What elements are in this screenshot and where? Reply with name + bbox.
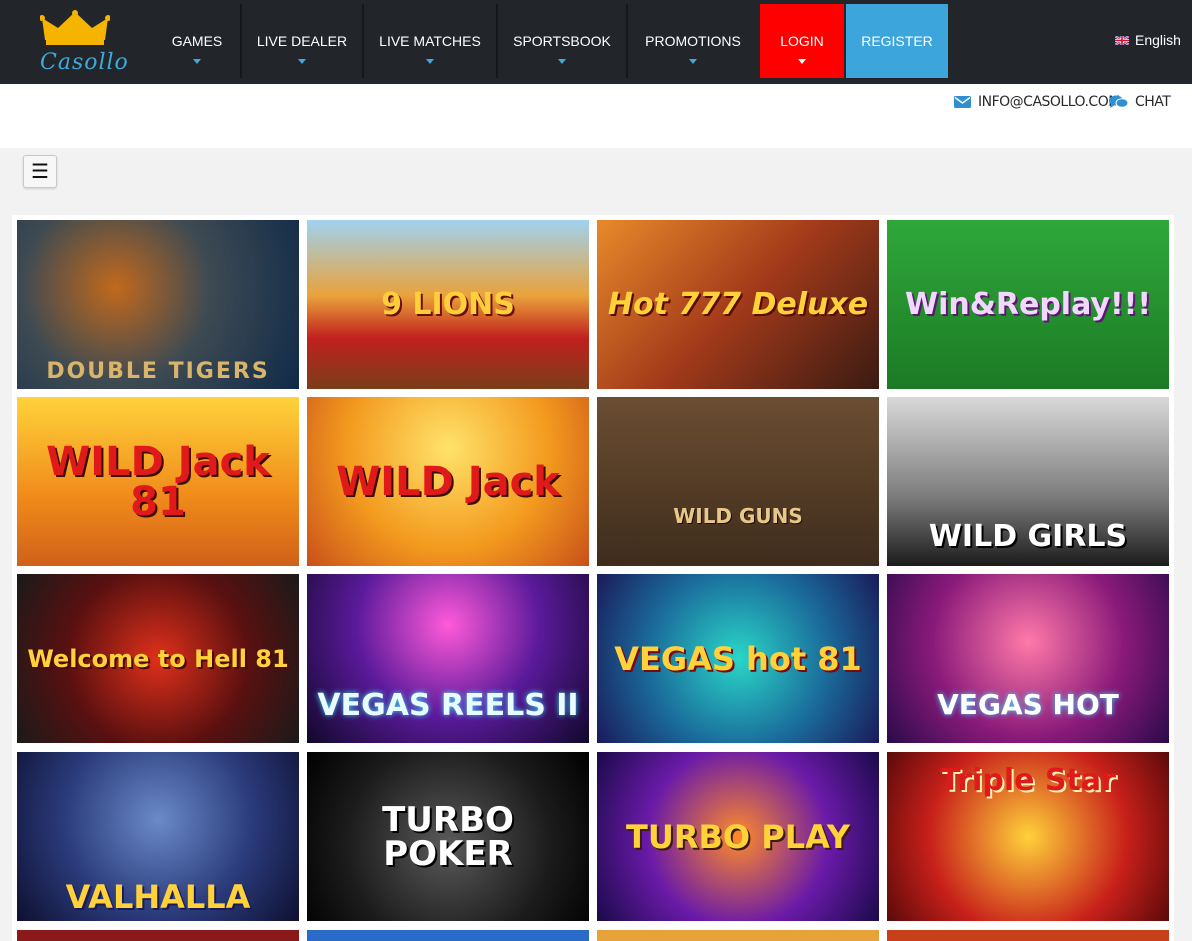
chat-label: CHAT [1135, 94, 1171, 110]
chevron-down-icon [426, 59, 434, 64]
nav-item-live-dealer[interactable]: LIVE DEALER [242, 4, 362, 78]
envelope-icon [954, 96, 971, 108]
chat-link[interactable]: CHAT [1109, 94, 1171, 110]
logo-wordmark: Casollo [40, 50, 129, 75]
game-title: WILD GIRLS [928, 519, 1128, 554]
email-link[interactable]: INFO@CASOLLO.COM [954, 94, 1120, 110]
uk-flag-icon [1115, 35, 1129, 45]
game-title: VEGAS REELS II [317, 688, 579, 723]
login-button[interactable]: LOGIN [760, 4, 844, 78]
game-tile[interactable]: Triple Star [887, 752, 1169, 921]
chat-bubbles-icon [1109, 95, 1128, 108]
game-tile[interactable]: WILD Jack 81 [17, 397, 299, 566]
casollo-logo[interactable]: Casollo [30, 8, 128, 78]
game-tile[interactable]: VEGAS HOT [887, 574, 1169, 743]
game-title: WILD Jack [336, 458, 560, 505]
game-title: VEGAS hot 81 [614, 639, 862, 678]
login-label: LOGIN [780, 33, 824, 49]
game-tile[interactable]: 9 LIONS [307, 220, 589, 389]
language-selector[interactable]: English [1115, 32, 1181, 48]
register-button[interactable]: REGISTER [846, 4, 948, 78]
game-title: TURBO PLAY [626, 817, 850, 856]
game-title: Hot 777 Deluxe [607, 286, 869, 322]
nav-item-live-matches[interactable]: LIVE MATCHES [364, 4, 496, 78]
chevron-down-icon [558, 59, 566, 64]
nav-item-games[interactable]: GAMES [154, 4, 240, 78]
nav-item-label: GAMES [171, 33, 223, 49]
game-tile[interactable]: VEGAS REELS II [307, 574, 589, 743]
game-title: TURBO POKER [382, 799, 514, 874]
game-tile[interactable]: WILD GUNS [597, 397, 879, 566]
game-tile[interactable]: WILD Jack [307, 397, 589, 566]
game-title: DOUBLE TIGERS [46, 359, 270, 384]
game-title: VEGAS HOT [937, 688, 1119, 721]
game-tile[interactable]: Win&Replay!!! [887, 220, 1169, 389]
game-title: Triple Star [940, 763, 1116, 798]
game-tile[interactable]: WILD GIRLS [887, 397, 1169, 566]
chevron-down-icon [298, 59, 306, 64]
game-title: WILD Jack 81 [46, 438, 270, 525]
chevron-down-icon [798, 59, 806, 64]
game-tile[interactable]: Hot 777 Deluxe [597, 220, 879, 389]
hamburger-icon: ☰ [31, 161, 49, 183]
register-label: REGISTER [861, 33, 933, 49]
game-tile[interactable]: VALHALLA [17, 752, 299, 921]
game-tile[interactable]: VEGAS hot 81 [597, 574, 879, 743]
nav-item-label: LIVE DEALER [256, 33, 348, 49]
nav-item-sportsbook[interactable]: SPORTSBOOK [498, 4, 626, 78]
game-title: WILD GUNS [673, 504, 803, 528]
game-tile[interactable]: TURBO PLAY [597, 752, 879, 921]
chevron-down-icon [193, 59, 201, 64]
game-tile-partial[interactable] [597, 930, 879, 941]
game-tile[interactable]: DOUBLE TIGERS [17, 220, 299, 389]
game-title: 9 LIONS [381, 286, 515, 322]
game-title: VALHALLA [65, 878, 251, 916]
nav-item-label: LIVE MATCHES [379, 33, 481, 49]
nav-item-label: PROMOTIONS [645, 33, 741, 49]
game-title: Win&Replay!!! [904, 286, 1152, 322]
game-tile-partial[interactable] [887, 930, 1169, 941]
crown-icon [40, 10, 110, 45]
game-tile[interactable]: Welcome to Hell 81 [17, 574, 299, 743]
language-label: English [1135, 32, 1181, 48]
menu-toggle-button[interactable]: ☰ [23, 155, 57, 188]
game-tile[interactable]: TURBO POKER [307, 752, 589, 921]
email-label: INFO@CASOLLO.COM [978, 94, 1120, 110]
game-tile-partial[interactable] [307, 930, 589, 941]
chevron-down-icon [689, 59, 697, 64]
nav-item-promotions[interactable]: PROMOTIONS [628, 4, 758, 78]
nav-item-label: SPORTSBOOK [513, 33, 611, 49]
game-tile-partial[interactable] [17, 930, 299, 941]
game-title: Welcome to Hell 81 [27, 644, 289, 673]
